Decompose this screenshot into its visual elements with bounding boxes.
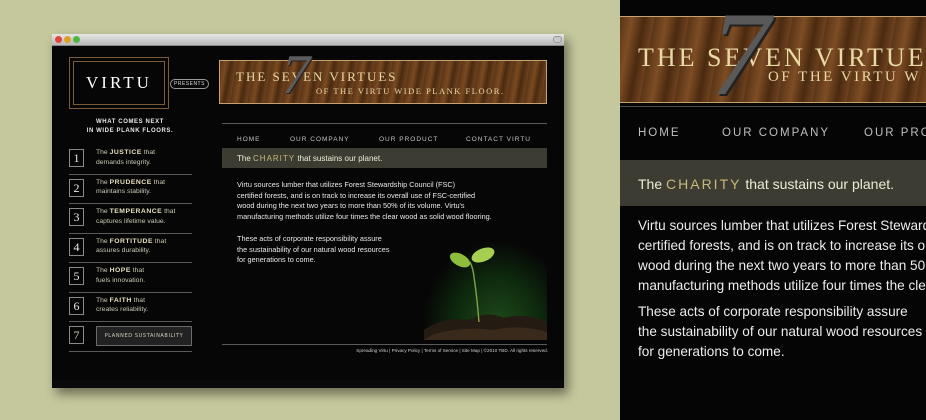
virtue-number: 1 [69,149,84,167]
minimize-window-icon[interactable] [64,36,71,43]
planned-sustainability-button[interactable]: PLANNED SUSTAINABILITY [96,326,192,346]
virtue-number: 3 [69,208,84,226]
footer-links[interactable]: Spreading Virtu | Privacy Policy | Terms… [356,348,548,353]
paragraph-line: Virtu sources lumber that utilizes Fores… [237,180,456,189]
virtue-item-temperance[interactable]: 3 The TEMPERANCE that captures lifetime v… [69,204,192,234]
zoom-nav-our-product[interactable]: OUR PRO [864,127,926,139]
paragraph-1: Virtu sources lumber that utilizes Fores… [237,180,552,222]
paragraph-line: wood during the next two years to more t… [237,201,465,210]
virtues-list: 1 The JUSTICE that demands integrity. 2 T… [69,145,192,352]
paragraph-line: These acts of corporate responsibility a… [237,234,382,243]
virtue-name: HOPE [109,267,131,274]
banner-seven-numeral: 7 [282,44,310,106]
sidebar-heading: WHAT COMES NEXT IN WIDE PLANK FLOORS. [69,118,191,136]
virtue-item-sustainability[interactable]: 7 PLANNED SUSTAINABILITY [69,322,192,352]
paragraph-line: certified forests, and is on track to in… [237,190,476,200]
virtue-name: JUSTICE [109,149,142,156]
banner-title: THE SEVEN VIRTUES [236,69,398,84]
virtue-name: FORTITUDE [109,237,153,245]
virtue-number: 2 [69,178,84,197]
zoom-paragraph-1: Virtu sources lumber that utilizes Fores… [638,216,926,296]
seedling-image [424,242,547,340]
zoom-seven-numeral: 7 [710,0,770,120]
logo-text: VIRTU [86,73,152,92]
zoom-nav: HOME OUR COMPANY OUR PRO [620,106,926,166]
zoom-nav-our-company[interactable]: OUR COMPANY [722,127,830,139]
virtue-text: The JUSTICE that demands integrity. [96,149,156,166]
virtue-number: 6 [69,296,84,315]
zoom-section-heading: The CHARITY that sustains our planet. [638,176,895,192]
paragraph-line: manufacturing methods utilize four times… [237,211,492,221]
zoom-banner: THE SEVEN VIRTUES OF THE VIRTU W [620,16,926,103]
banner-subtitle: OF THE VIRTU WIDE PLANK FLOOR. [316,86,505,96]
paragraph-line: the sustainability of our natural wood r… [237,244,390,254]
zoom-paragraph-2: These acts of corporate responsibility a… [638,302,922,362]
paragraph-line: for generations to come. [638,344,785,359]
virtu-logo[interactable]: VIRTU [69,57,169,109]
virtue-item-faith[interactable]: 6 The FAITH that creates reliability. [69,293,192,322]
virtue-name: PRUDENCE [109,178,152,186]
nav-our-company[interactable]: OUR COMPANY [290,136,350,143]
virtue-name: FAITH [109,296,132,304]
zoom-heading-strip: The CHARITY that sustains our planet. [620,160,926,206]
zoom-banner-subtitle: OF THE VIRTU W [768,69,921,85]
zoom-heading-highlight: CHARITY [666,176,742,192]
toolbar-toggle-icon[interactable] [553,36,562,43]
zoom-nav-home[interactable]: HOME [638,127,681,139]
section-heading-strip: The CHARITY that sustains our planet. [222,148,547,168]
close-window-icon[interactable] [55,36,62,43]
virtue-number: 4 [69,237,84,256]
presents-badge: PRESENTS [170,79,209,89]
virtue-text: The HOPE that fuels innovation. [96,267,146,284]
seven-virtues-banner: THE SEVEN VIRTUES OF THE VIRTU WIDE PLAN… [219,60,547,104]
zoom-window-icon[interactable] [73,36,80,43]
paragraph-line: These acts of corporate responsibility a… [638,304,908,319]
web-page: VIRTU PRESENTS THE SEVEN VIRTUES OF THE … [52,46,564,388]
zoomed-detail-panel: THE SEVEN VIRTUES OF THE VIRTU W 7 HOME … [620,0,926,420]
sidebar-heading-line1: WHAT COMES NEXT [96,119,164,125]
heading-highlight: CHARITY [253,154,296,163]
virtue-item-hope[interactable]: 5 The HOPE that fuels innovation. [69,263,192,293]
virtue-item-justice[interactable]: 1 The JUSTICE that demands integrity. [69,145,192,175]
paragraph-line: wood during the next two years to more t… [638,258,926,273]
virtue-item-fortitude[interactable]: 4 The FORTITUDE that assures durability. [69,234,192,263]
section-heading: The CHARITY that sustains our planet. [237,154,383,163]
nav-home[interactable]: HOME [237,136,261,143]
paragraph-line: certified forests, and is on track to in… [638,238,926,253]
sidebar-heading-line2: IN WIDE PLANK FLOORS. [86,128,174,134]
browser-window: VIRTU PRESENTS THE SEVEN VIRTUES OF THE … [52,34,564,388]
paragraph-line: the sustainability of our natural wood r… [638,324,923,339]
virtue-item-prudence[interactable]: 2 The PRUDENCE that maintains stability. [69,175,192,204]
nav-contact-virtu[interactable]: CONTACT VIRTU [466,136,531,143]
virtue-number: 5 [69,267,84,285]
virtue-text: The FORTITUDE that assures durability. [96,237,167,255]
virtue-text: The PRUDENCE that maintains stability. [96,178,165,196]
virtue-text: The TEMPERANCE that captures lifetime val… [96,208,176,225]
seedling-icon [424,247,547,340]
paragraph-line: manufacturing methods utilize four times… [638,278,926,293]
page-bottom-bar [52,380,564,388]
paragraph-2: These acts of corporate responsibility a… [237,234,437,266]
virtue-number: 7 [69,326,84,344]
footer-divider [222,344,547,345]
paragraph-line: for generations to come. [237,255,316,264]
virtue-name: TEMPERANCE [109,208,163,215]
paragraph-line: Virtu sources lumber that utilizes Fores… [638,218,926,233]
virtue-text: The FAITH that creates reliability. [96,296,149,314]
nav-our-product[interactable]: OUR PRODUCT [379,136,438,143]
